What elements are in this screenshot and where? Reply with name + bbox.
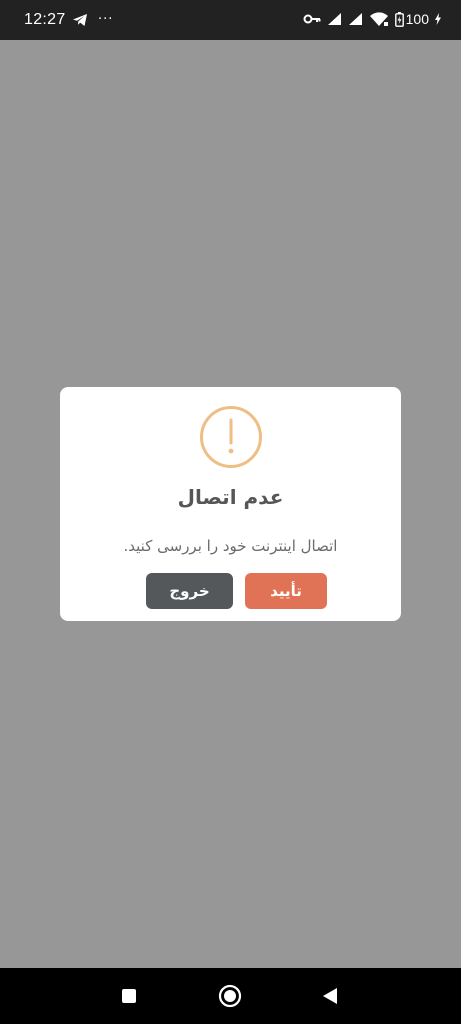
status-bar: 12:27 ··· 100 [0, 0, 461, 40]
no-connection-dialog: عدم اتصال اتصال اینترنت خود را بررسی کنی… [60, 387, 401, 621]
battery-level: 100 [405, 11, 429, 27]
signal-icon [327, 12, 342, 26]
confirm-button[interactable]: تأیید [245, 573, 327, 609]
vpn-key-icon [303, 13, 321, 25]
status-system-icons: 100 [297, 11, 441, 27]
exclamation-circle-icon [200, 406, 262, 468]
signal-icon [348, 12, 363, 26]
more-notifications-icon: ··· [98, 12, 114, 27]
exit-button[interactable]: خروج [146, 573, 233, 609]
status-time: 12:27 [24, 11, 66, 28]
home-circle-icon[interactable] [218, 984, 242, 1008]
back-triangle-icon[interactable] [318, 984, 342, 1008]
navigation-bar [0, 968, 461, 1024]
dialog-message: اتصال اینترنت خود را بررسی کنید. [123, 537, 338, 555]
dialog-title: عدم اتصال [177, 485, 284, 509]
telegram-icon [73, 14, 87, 26]
charging-bolt-icon [435, 13, 441, 25]
recents-square-icon[interactable] [117, 984, 141, 1008]
wifi-icon [369, 11, 389, 27]
battery-charging-icon [394, 11, 404, 27]
status-notification-icons: ··· [72, 12, 113, 28]
